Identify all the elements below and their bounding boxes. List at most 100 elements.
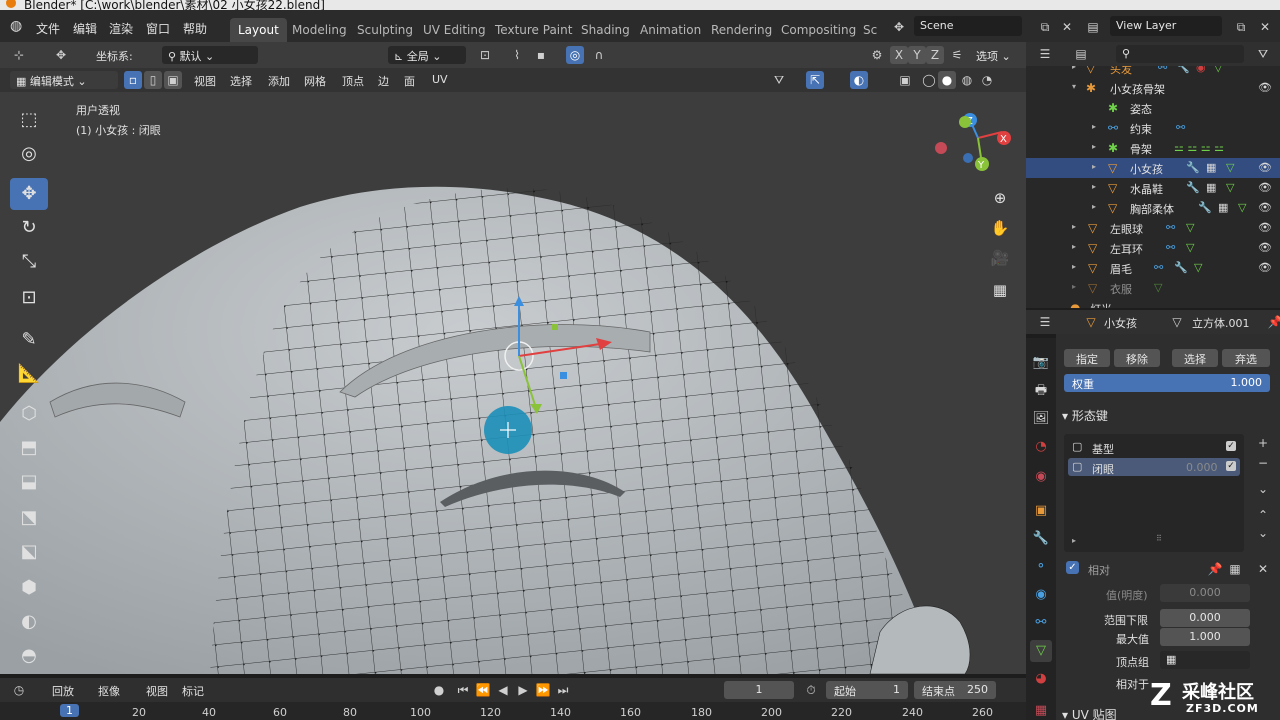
axis-y-toggle[interactable]: Y: [908, 46, 926, 64]
vertex-group-field[interactable]: ▦: [1160, 651, 1250, 669]
add-shape-key-icon[interactable]: +: [1254, 434, 1272, 452]
outliner-row-skeleton[interactable]: ▸ ✱ 骨架 ⚍ ⚍ ⚍ ⚍: [1026, 138, 1280, 158]
data-tab-icon[interactable]: ▽: [1030, 640, 1052, 662]
select-button[interactable]: 选择: [1172, 349, 1218, 367]
viewport-menu-select[interactable]: 选择: [230, 73, 252, 89]
axis-z-toggle[interactable]: Z: [926, 46, 944, 64]
perspective-toggle-icon[interactable]: ▦: [986, 276, 1014, 304]
menu-edit[interactable]: 编辑: [73, 20, 97, 37]
timeline-menu-playback[interactable]: 回放: [52, 683, 74, 699]
editor-type-icon[interactable]: ⊹: [10, 46, 28, 64]
viewport-menu-mesh[interactable]: 网格: [304, 73, 326, 89]
uv-maps-panel-header[interactable]: ▾ UV 贴图: [1062, 706, 1117, 720]
snap-target-icon[interactable]: ▪: [532, 46, 550, 64]
tab-scripting[interactable]: Sc: [855, 18, 885, 42]
outliner-row-pose[interactable]: ✱ 姿态: [1026, 98, 1280, 118]
scene-selector[interactable]: Scene: [914, 16, 1022, 36]
list-item[interactable]: ▢ 闭眼 0.000 ✓: [1068, 458, 1240, 476]
pivot-point-icon[interactable]: ⊡: [476, 46, 494, 64]
falloff-icon[interactable]: ∩: [590, 46, 608, 64]
viewport-menu-view[interactable]: 视图: [194, 73, 216, 89]
view-layer-tab-icon[interactable]: 🖼: [1030, 408, 1052, 430]
render-tab-icon[interactable]: 📷: [1030, 352, 1052, 374]
extrude-tool[interactable]: ⬒: [10, 432, 48, 464]
clear-shape-icon[interactable]: ✕: [1254, 560, 1272, 578]
remove-view-layer-icon[interactable]: ✕: [1256, 18, 1274, 36]
outliner-row-clothes[interactable]: ▸ ▽ 衣服 ▽: [1026, 278, 1280, 298]
viewport-menu-edge[interactable]: 边: [378, 73, 389, 89]
timeline-ruler[interactable]: 1 20 40 60 80 100 120 140 160 180 200 22…: [0, 702, 1026, 720]
annotate-tool[interactable]: ✎: [10, 324, 48, 356]
physics-tab-icon[interactable]: ◉: [1030, 584, 1052, 606]
overlays-toggle-icon[interactable]: ◐: [850, 71, 868, 89]
viewport-menu-vertex[interactable]: 顶点: [342, 73, 364, 89]
zoom-icon[interactable]: ⊕: [986, 184, 1014, 212]
timeline-menu-view[interactable]: 视图: [146, 683, 168, 699]
tab-uv-editing[interactable]: UV Editing: [415, 18, 494, 42]
view-layer-icon[interactable]: ▤: [1084, 18, 1102, 36]
visibility-eye-icon[interactable]: 👁: [1258, 261, 1272, 274]
start-frame-field[interactable]: 起始 1: [826, 681, 908, 699]
outliner-row-eyebrows[interactable]: ▸ ▽ 眉毛 ⚯ 🔧 ▽ 👁: [1026, 258, 1280, 278]
texture-tab-icon[interactable]: ▦: [1030, 700, 1052, 720]
edge-select-icon[interactable]: ▯: [144, 71, 162, 89]
shape-key-checkbox[interactable]: ✓: [1226, 461, 1236, 471]
tab-modeling[interactable]: Modeling: [284, 18, 355, 42]
remove-shape-key-icon[interactable]: −: [1254, 454, 1272, 472]
remove-scene-icon[interactable]: ✕: [1058, 18, 1076, 36]
pan-hand-icon[interactable]: ✋: [986, 214, 1014, 242]
outliner-row-girl[interactable]: ▸ ▽ 小女孩 🔧 ▦ ▽ 👁: [1026, 158, 1280, 178]
solid-shading-icon[interactable]: ●: [938, 71, 956, 89]
shape-keys-panel-header[interactable]: ▾ 形态键: [1062, 407, 1108, 424]
menu-render[interactable]: 渲染: [109, 20, 133, 37]
particles-tab-icon[interactable]: ⚬: [1030, 556, 1052, 578]
material-tab-icon[interactable]: ◕: [1030, 668, 1052, 690]
coord-system-dropdown[interactable]: ⚲ 默认 ⌄: [162, 46, 258, 64]
outliner-row-constraints[interactable]: ▸ ⚯ 约束 ⚯: [1026, 118, 1280, 138]
object-tab-icon[interactable]: ▣: [1030, 500, 1052, 522]
outliner-row-lights[interactable]: ● 灯光: [1026, 298, 1280, 308]
menu-window[interactable]: 窗口: [146, 20, 170, 37]
menu-file[interactable]: 文件: [36, 20, 60, 37]
smooth-tool[interactable]: ◓: [10, 640, 48, 672]
3d-viewport[interactable]: X Z Y 用户透视 (1) 小女孩 : 闭眼: [0, 92, 1026, 674]
axis-x-toggle[interactable]: X: [890, 46, 908, 64]
vertex-select-icon[interactable]: ▫: [124, 71, 142, 89]
xray-toggle-icon[interactable]: ▣: [896, 71, 914, 89]
outliner-row-armature[interactable]: ▾ ✱ 小女孩骨架 👁: [1026, 78, 1280, 98]
stopwatch-icon[interactable]: ⏱: [802, 681, 820, 699]
scene-tab-icon[interactable]: ◔: [1030, 436, 1052, 458]
snap-icon[interactable]: ⌇: [508, 46, 526, 64]
display-mode-icon[interactable]: ▤: [1072, 45, 1090, 63]
loop-cut-tool[interactable]: ⬕: [10, 536, 48, 568]
visibility-eye-icon[interactable]: 👁: [1258, 181, 1272, 194]
move-tool[interactable]: ✥: [10, 178, 48, 210]
viewport-menu-uv[interactable]: UV: [432, 73, 448, 86]
blender-menu-icon[interactable]: ◍: [10, 18, 22, 34]
remove-button[interactable]: 移除: [1114, 349, 1160, 367]
camera-view-icon[interactable]: 🎥: [986, 244, 1014, 272]
current-frame-marker[interactable]: 1: [60, 704, 79, 717]
move-tool-icon[interactable]: ✥: [52, 46, 70, 64]
scene-icon[interactable]: ✥: [890, 18, 908, 36]
shape-key-checkbox[interactable]: ✓: [1226, 441, 1236, 451]
new-view-layer-icon[interactable]: ⧉: [1232, 18, 1250, 36]
select-box-tool[interactable]: ⬚: [10, 104, 48, 136]
tab-shading[interactable]: Shading: [573, 18, 638, 42]
new-scene-icon[interactable]: ⧉: [1036, 18, 1054, 36]
assign-button[interactable]: 指定: [1064, 349, 1110, 367]
filter-icon[interactable]: ⛛: [1254, 45, 1272, 63]
options-dropdown[interactable]: 选项 ⌄: [970, 46, 1020, 64]
range-min-field[interactable]: 0.000: [1160, 609, 1250, 627]
move-up-icon[interactable]: ⌃: [1254, 506, 1272, 524]
value-field[interactable]: 0.000: [1160, 584, 1250, 602]
shape-key-specials-icon[interactable]: ⌄: [1254, 480, 1272, 498]
pin-icon[interactable]: 📌: [1266, 313, 1280, 331]
move-down-icon[interactable]: ⌄: [1254, 524, 1272, 542]
scale-tool[interactable]: ⤡: [10, 246, 48, 278]
output-tab-icon[interactable]: 🖶: [1030, 380, 1052, 402]
list-expand-icon[interactable]: ▸: [1072, 536, 1076, 545]
measure-tool[interactable]: 📐: [10, 358, 48, 390]
wireframe-shading-icon[interactable]: ◯: [920, 71, 938, 89]
relative-checkbox[interactable]: ✓: [1066, 561, 1079, 574]
